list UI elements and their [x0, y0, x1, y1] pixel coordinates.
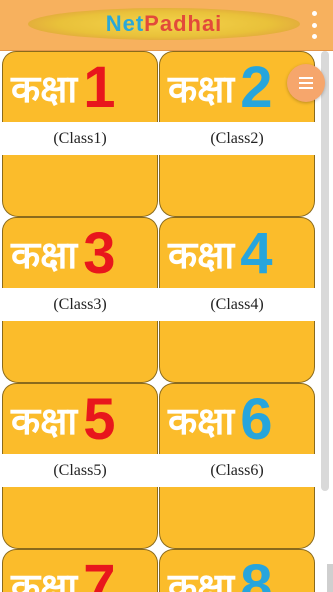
hamburger-menu-icon[interactable]	[287, 64, 325, 102]
class-word: कक्षा	[168, 233, 235, 277]
logo-text-part1: Net	[105, 11, 145, 36]
card-footer	[159, 321, 315, 383]
class-number: 8	[240, 553, 273, 592]
class-word: कक्षा	[11, 565, 78, 592]
scrollbar[interactable]	[321, 51, 329, 491]
logo-text-part2: Padhai	[144, 11, 223, 36]
card-footer	[159, 155, 315, 217]
class-word: कक्षा	[168, 67, 235, 111]
site-logo[interactable]: Net Padhai	[28, 8, 300, 40]
card-footer	[159, 487, 315, 549]
class-word: कक्षा	[11, 399, 78, 443]
class-card-3[interactable]: कक्षा 3 (Class3)	[2, 217, 158, 383]
card-banner: कक्षा 8	[159, 549, 315, 592]
class-word: कक्षा	[11, 67, 78, 111]
class-card-8[interactable]: कक्षा 8	[159, 549, 315, 592]
card-footer	[2, 487, 158, 549]
card-footer	[2, 321, 158, 383]
class-caption: (Class4)	[210, 295, 264, 313]
app-header: Net Padhai	[0, 0, 333, 51]
card-banner: कक्षा 1	[2, 51, 158, 122]
scroll-handle[interactable]	[327, 564, 333, 592]
class-caption: (Class5)	[53, 461, 107, 479]
class-caption: (Class3)	[53, 295, 107, 313]
class-caption: (Class1)	[53, 129, 107, 147]
kebab-menu-icon[interactable]	[307, 11, 321, 39]
class-number: 4	[240, 221, 273, 286]
class-caption: (Class2)	[210, 129, 264, 147]
class-word: कक्षा	[168, 565, 235, 592]
class-number: 5	[83, 387, 116, 452]
class-number: 1	[83, 55, 116, 120]
class-card-1[interactable]: कक्षा 1 (Class1)	[2, 51, 158, 217]
card-footer	[2, 155, 158, 217]
card-banner: कक्षा 4	[159, 217, 315, 288]
class-card-6[interactable]: कक्षा 6 (Class6)	[159, 383, 315, 549]
card-banner: कक्षा 3	[2, 217, 158, 288]
class-word: कक्षा	[11, 233, 78, 277]
class-caption: (Class6)	[210, 461, 264, 479]
class-word: कक्षा	[168, 399, 235, 443]
class-number: 7	[83, 553, 116, 592]
class-number: 3	[83, 221, 116, 286]
class-card-4[interactable]: कक्षा 4 (Class4)	[159, 217, 315, 383]
class-number: 2	[240, 55, 273, 120]
card-banner: कक्षा 7	[2, 549, 158, 592]
card-banner: कक्षा 5	[2, 383, 158, 454]
class-number: 6	[240, 387, 273, 452]
class-card-5[interactable]: कक्षा 5 (Class5)	[2, 383, 158, 549]
class-card-7[interactable]: कक्षा 7	[2, 549, 158, 592]
card-banner: कक्षा 6	[159, 383, 315, 454]
